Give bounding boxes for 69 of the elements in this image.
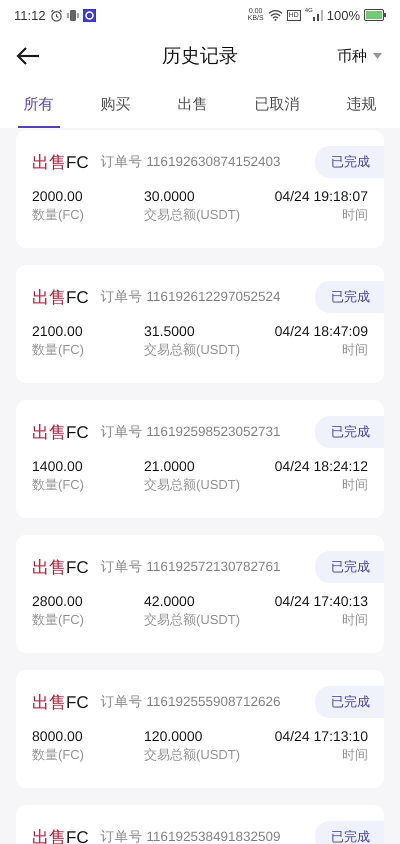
order-card[interactable]: 出售FC 订单号 116192572130782761 已完成 2800.00 42.0000 04/24 17:40:13 数量(FC) 交易总额(USDT) 时间 xyxy=(16,535,384,653)
amount-value: 2000.00 xyxy=(32,188,84,204)
status-badge: 已完成 xyxy=(315,821,384,844)
status-badge: 已完成 xyxy=(315,146,384,178)
total-value: 31.5000 xyxy=(144,323,196,339)
order-card[interactable]: 出售FC 订单号 116192612297052524 已完成 2100.00 31.5000 04/24 18:47:09 数量(FC) 交易总额(USDT) 时间 xyxy=(16,265,384,383)
total-label: 交易总额(USDT) xyxy=(144,341,242,359)
order-card[interactable]: 出售FC 订单号 116192555908712626 已完成 8000.00 120.0000 04/24 17:13:10 数量(FC) 交易总额(USDT) 时间 xyxy=(16,670,384,788)
amount-value: 1400.00 xyxy=(32,458,84,474)
tab[interactable]: 已取消 xyxy=(248,82,306,128)
status-time: 11:12 xyxy=(14,8,46,22)
time-label: 时间 xyxy=(341,206,368,224)
status-badge: 已完成 xyxy=(315,686,384,718)
tab[interactable]: 所有 xyxy=(18,82,60,128)
wifi-icon xyxy=(268,9,283,21)
order-number: 订单号 116192598523052731 xyxy=(100,423,281,441)
total-label: 交易总额(USDT) xyxy=(144,206,242,224)
amount-label: 数量(FC) xyxy=(32,341,85,359)
total-value: 21.0000 xyxy=(144,458,196,474)
time-value: 04/24 18:24:12 xyxy=(274,458,368,474)
order-number: 订单号 116192572130782761 xyxy=(100,558,281,576)
time-value: 04/24 17:13:10 xyxy=(274,728,368,744)
order-number: 订单号 116192612297052524 xyxy=(100,288,281,306)
amount-value: 8000.00 xyxy=(32,728,84,744)
caret-icon xyxy=(373,53,382,59)
total-label: 交易总额(USDT) xyxy=(144,611,242,629)
time-value: 04/24 19:18:07 xyxy=(274,188,368,204)
vibrate-icon xyxy=(66,8,79,22)
time-label: 时间 xyxy=(341,611,368,629)
amount-value: 2800.00 xyxy=(32,593,84,609)
total-label: 交易总额(USDT) xyxy=(144,476,242,494)
time-value: 04/24 17:40:13 xyxy=(274,593,368,609)
time-label: 时间 xyxy=(341,476,368,494)
order-card[interactable]: 出售FC 订单号 116192630874152403 已完成 2000.00 30.0000 04/24 19:18:07 数量(FC) 交易总额(USDT) 时间 xyxy=(16,130,384,248)
time-label: 时间 xyxy=(341,341,368,359)
order-type: 出售FC xyxy=(32,556,89,578)
amount-label: 数量(FC) xyxy=(32,206,85,224)
order-number: 订单号 116192555908712626 xyxy=(100,693,281,711)
battery-icon xyxy=(364,9,386,21)
tab[interactable]: 违规 xyxy=(340,82,382,128)
status-badge: 已完成 xyxy=(315,551,384,583)
status-badge: 已完成 xyxy=(315,281,384,313)
amount-label: 数量(FC) xyxy=(32,611,85,629)
time-value: 04/24 18:47:09 xyxy=(274,323,368,339)
amount-label: 数量(FC) xyxy=(32,746,85,764)
back-arrow-icon xyxy=(16,46,40,66)
total-value: 120.0000 xyxy=(144,728,204,744)
battery-percent: 100% xyxy=(326,8,360,22)
amount-label: 数量(FC) xyxy=(32,476,85,494)
tab[interactable]: 购买 xyxy=(94,82,136,128)
order-type: 出售FC xyxy=(32,422,89,444)
order-number: 订单号 116192630874152403 xyxy=(100,153,281,171)
order-number: 订单号 116192538491832509 xyxy=(100,828,281,844)
total-value: 42.0000 xyxy=(144,593,196,609)
order-type: 出售FC xyxy=(32,152,89,174)
status-badge: 已完成 xyxy=(315,416,384,448)
signal-icon xyxy=(312,9,323,21)
order-type: 出售FC xyxy=(32,286,89,308)
total-label: 交易总额(USDT) xyxy=(144,746,242,764)
amount-value: 2100.00 xyxy=(32,323,84,339)
order-type: 出售FC xyxy=(32,692,89,714)
time-label: 时间 xyxy=(341,746,368,764)
currency-dropdown[interactable]: 币种 xyxy=(331,42,388,70)
page-title: 历史记录 xyxy=(162,44,238,69)
alarm-clock-icon xyxy=(50,8,63,22)
order-card[interactable]: 出售FC 订单号 116192598523052731 已完成 1400.00 21.0000 04/24 18:24:12 数量(FC) 交易总额(USDT) 时间 xyxy=(16,400,384,518)
total-value: 30.0000 xyxy=(144,188,196,204)
app-icon xyxy=(82,8,96,22)
tab[interactable]: 出售 xyxy=(172,82,214,128)
